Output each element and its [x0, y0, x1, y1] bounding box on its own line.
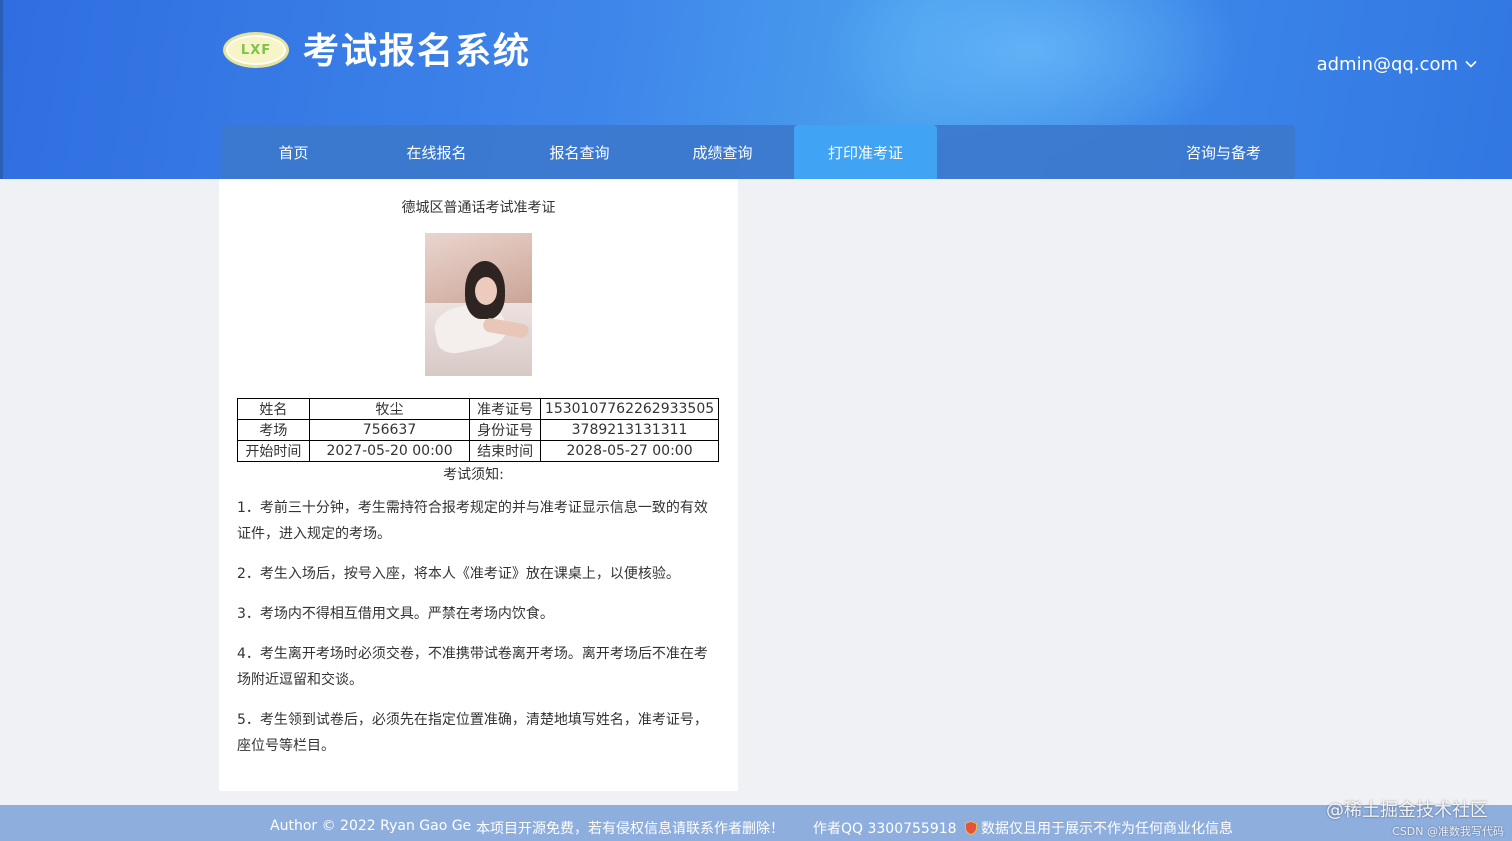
label-exam-room: 考场	[237, 419, 310, 441]
site-logo[interactable]: LXF	[223, 32, 289, 68]
value-id-number: 3789213131311	[540, 419, 719, 441]
footer-disclaimer: 数据仅且用于展示不作为任何商业化信息	[981, 821, 1233, 837]
watermark-main: @稀土掘金技术社区	[1326, 800, 1488, 821]
ticket-title: 德城区普通话考试准考证	[401, 200, 556, 216]
nav-item-registration-query[interactable]: 报名查询	[508, 125, 651, 179]
nav-item-online-registration[interactable]: 在线报名	[365, 125, 508, 179]
label-end-time: 结束时间	[469, 440, 542, 462]
label-start-time: 开始时间	[237, 440, 310, 462]
table-row: 开始时间 2027-05-20 00:00 结束时间 2028-05-27 00…	[237, 440, 719, 462]
exam-rule-4: 4．考生离开考场时必须交卷，不准携带试卷离开考场。离开考场后不准在考场附近逗留和…	[237, 646, 708, 688]
watermark-sub: CSDN @准数我写代码	[1392, 825, 1504, 838]
nav-item-score-query[interactable]: 成绩查询	[651, 125, 794, 179]
footer-qq: 作者QQ 3300755918	[813, 821, 957, 837]
user-menu[interactable]: admin@qq.com	[1317, 52, 1478, 76]
exam-rules-list: 1．考前三十分钟，考生需持符合报考规定的并与准考证显示信息一致的有效证件，进入规…	[237, 495, 721, 773]
photo-figure-face	[475, 277, 497, 305]
nav-item-print-admission-ticket[interactable]: 打印准考证	[794, 125, 937, 179]
site-title: 考试报名系统	[303, 31, 532, 72]
label-ticket-number: 准考证号	[469, 398, 542, 420]
nav-item-home[interactable]: 首页	[222, 125, 365, 179]
table-row: 姓名 牧尘 准考证号 1530107762262933505	[237, 398, 719, 420]
ticket-info-table: 姓名 牧尘 准考证号 1530107762262933505 考场 756637…	[237, 398, 719, 462]
label-id-number: 身份证号	[469, 419, 542, 441]
value-name: 牧尘	[308, 398, 471, 420]
candidate-photo	[425, 233, 532, 376]
footer: Author © 2022 Ryan Gao Ge 本项目开源免费，若有侵权信息…	[0, 805, 1512, 841]
shield-icon	[965, 821, 977, 835]
user-email[interactable]: admin@qq.com	[1317, 54, 1458, 75]
footer-author: Author © 2022 Ryan Gao Ge	[270, 818, 472, 834]
table-row: 考场 756637 身份证号 3789213131311	[237, 419, 719, 441]
exam-rule-3: 3．考场内不得相互借用文具。严禁在考场内饮食。	[237, 606, 554, 622]
footer-disclaimer-group: 数据仅且用于展示不作为任何商业化信息	[965, 818, 1233, 838]
label-name: 姓名	[237, 398, 310, 420]
footer-notice: 本项目开源免费，若有侵权信息请联系作者删除！	[476, 821, 784, 837]
value-end-time: 2028-05-27 00:00	[540, 440, 719, 462]
exam-rule-5: 5．考生领到试卷后，必须先在指定位置准确，清楚地填写姓名，准考证号，座位号等栏目…	[237, 712, 708, 754]
logo-text: LXF	[240, 42, 272, 58]
exam-rule-1: 1．考前三十分钟，考生需持符合报考规定的并与准考证显示信息一致的有效证件，进入规…	[237, 500, 708, 542]
notice-title: 考试须知:	[443, 467, 504, 483]
nav-item-consult-prepare[interactable]: 咨询与备考	[1152, 125, 1295, 179]
value-exam-room: 756637	[308, 419, 471, 441]
main-nav: 首页 在线报名 报名查询 成绩查询 打印准考证 咨询与备考	[222, 125, 1295, 179]
chevron-down-icon[interactable]	[1464, 57, 1478, 71]
exam-rule-2: 2．考生入场后，按号入座，将本人《准考证》放在课桌上，以便核验。	[237, 566, 680, 582]
value-ticket-number: 1530107762262933505	[540, 398, 719, 420]
header: LXF 考试报名系统 admin@qq.com 首页 在线报名 报名查询 成绩查…	[0, 0, 1512, 179]
value-start-time: 2027-05-20 00:00	[308, 440, 471, 462]
admission-ticket-card: 德城区普通话考试准考证 姓名 牧尘 准考证号 15301077622629335…	[219, 179, 738, 791]
